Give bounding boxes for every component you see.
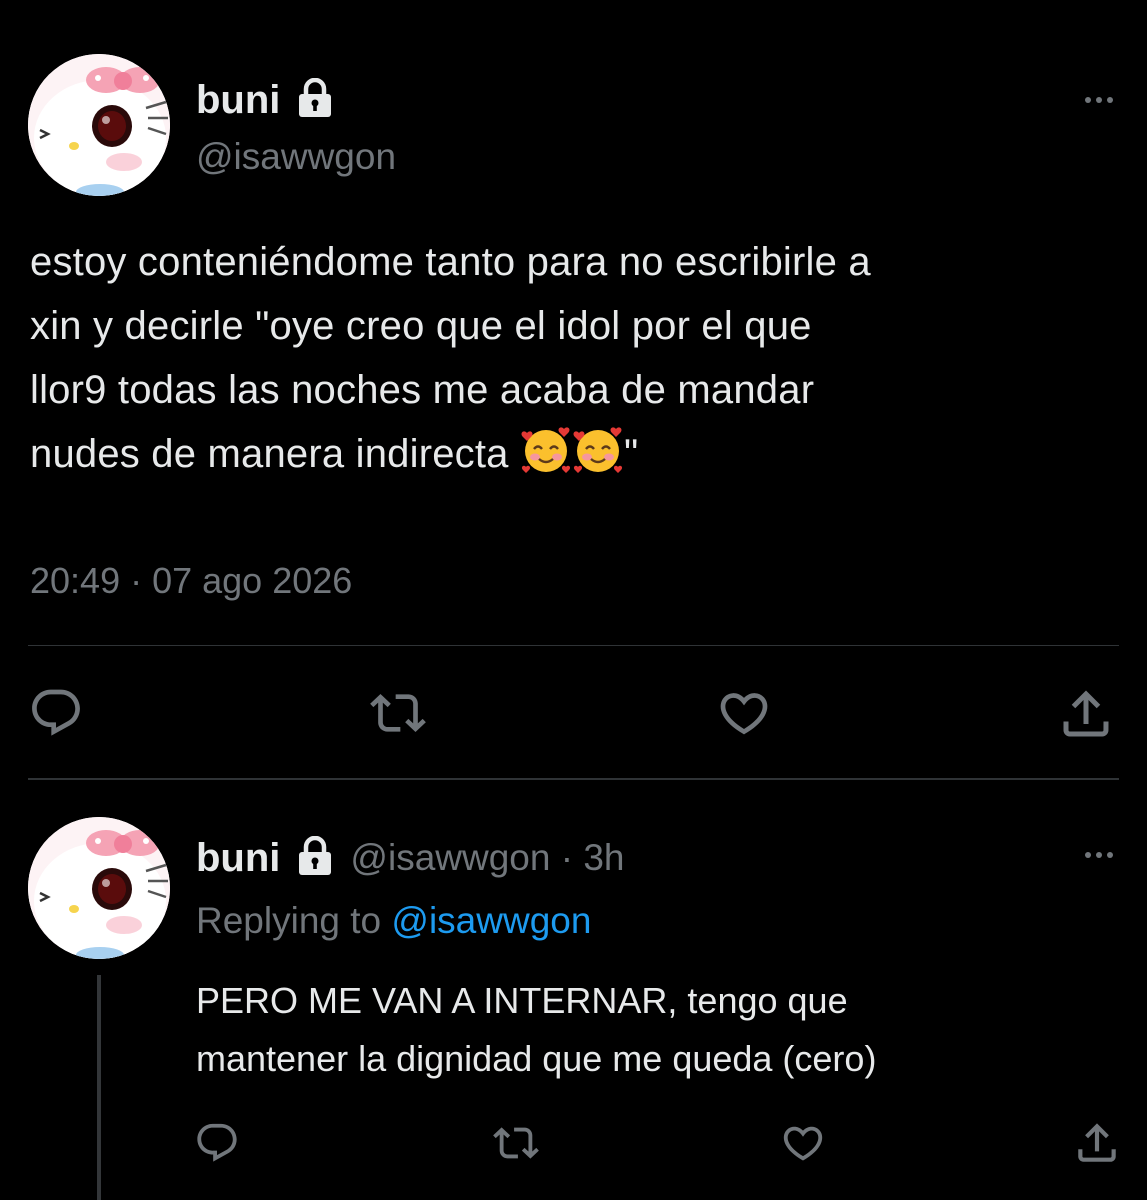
thread-line: [97, 975, 101, 1200]
share-icon[interactable]: [1072, 1118, 1122, 1173]
tweet-timestamp[interactable]: 20:49 · 07 ago 2026: [30, 560, 352, 602]
more-dots-icon[interactable]: [1085, 852, 1113, 858]
heart-icon[interactable]: [780, 1120, 826, 1171]
reply-text: PERO ME VAN A INTERNAR, tengo que manten…: [196, 972, 1126, 1088]
reply-text-line: mantener la dignidad que me queda (cero): [196, 1038, 877, 1079]
smiling-face-with-hearts-icon: [572, 423, 624, 494]
tweet-text-line: nudes de manera indirecta: [30, 432, 509, 476]
avatar[interactable]: [28, 54, 170, 196]
tweet-text-line: xin y decirle "oye creo que el idol por …: [30, 304, 812, 348]
lock-icon: [296, 835, 334, 881]
smiling-face-with-hearts-icon: [520, 423, 572, 494]
reply-icon[interactable]: [28, 685, 84, 746]
user-handle[interactable]: @isawwgon: [196, 136, 396, 178]
tweet-text-line: llor9 todas las noches me acaba de manda…: [30, 368, 815, 412]
heart-icon[interactable]: [716, 685, 772, 746]
divider: [28, 645, 1119, 646]
hello-kitty-avatar-icon: [28, 817, 170, 959]
tweet-text: estoy conteniéndome tanto para no escrib…: [30, 230, 1130, 494]
reply-text-line: PERO ME VAN A INTERNAR, tengo que: [196, 980, 848, 1021]
replying-handle-link[interactable]: @isawwgon: [391, 900, 591, 941]
replying-prefix: Replying to: [196, 900, 382, 941]
lock-icon: [296, 77, 334, 123]
display-name[interactable]: buni: [196, 78, 280, 123]
user-handle-time[interactable]: @isawwgon · 3h: [350, 837, 624, 879]
closing-quote: ": [623, 432, 639, 476]
replying-to: Replying to @isawwgon: [196, 900, 591, 942]
more-dots-icon[interactable]: [1085, 97, 1113, 103]
divider: [28, 778, 1119, 780]
hello-kitty-avatar-icon: [28, 54, 170, 196]
tweet-text-line: estoy conteniéndome tanto para no escrib…: [30, 240, 871, 284]
avatar[interactable]: [28, 817, 170, 959]
tweet-text-last-line: nudes de manera indirecta ": [30, 422, 1130, 494]
share-icon[interactable]: [1056, 684, 1116, 749]
retweet-icon[interactable]: [370, 685, 426, 746]
retweet-icon[interactable]: [493, 1120, 539, 1171]
display-name[interactable]: buni: [196, 836, 280, 881]
reply-icon[interactable]: [194, 1120, 240, 1171]
